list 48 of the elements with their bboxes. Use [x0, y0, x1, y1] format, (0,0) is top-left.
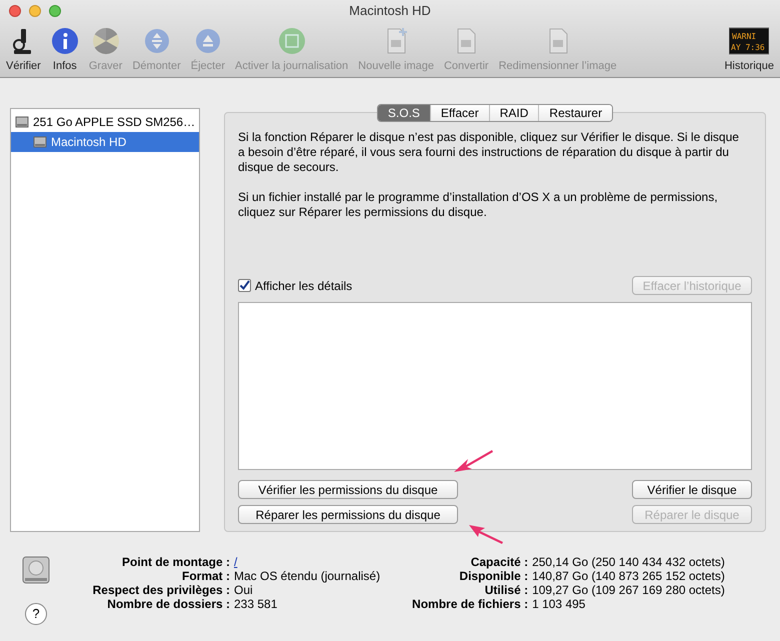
- info-label: Capacité :: [470, 555, 528, 569]
- checkmark-icon: [239, 280, 250, 291]
- instruction-text: Si un fichier installé par le programme d’installation d’OS X a un problème de permissions, cliquez sur Réparer les permissions du disque.: [238, 190, 719, 220]
- arrow-icon: [468, 522, 504, 544]
- sidebar-item[interactable]: Macintosh HD: [11, 132, 199, 152]
- info-value: Oui: [234, 583, 254, 597]
- tab[interactable]: RAID: [488, 105, 538, 121]
- console-icon: WARNI AY 7:36: [729, 26, 770, 54]
- minimize-button[interactable]: [29, 5, 41, 17]
- info-label: Disponible :: [458, 569, 528, 583]
- journal-icon: [278, 26, 306, 54]
- help-button[interactable]: ?: [25, 603, 47, 625]
- mount-point-link[interactable]: /: [234, 555, 238, 569]
- arrows-icon: [142, 26, 171, 54]
- info-value: 109,27 Go (109 267 169 280 octets): [532, 583, 725, 597]
- info-label: Respect des privilèges :: [92, 583, 230, 597]
- toolbar-button[interactable]: Infos: [50, 26, 79, 74]
- tab[interactable]: Restaurer: [538, 105, 612, 121]
- sidebar-item[interactable]: 251 Go APPLE SSD SM256…: [11, 112, 199, 132]
- instruction-text: Si la fonction Réparer le disque n’est pas disponible, cliquez sur Vérifier le disque. Si le disque a besoin d’être réparé, il vous sera fourni des instructions de réparation du disque à partir du disque de secours.: [238, 130, 740, 175]
- hard-drive-icon: [33, 135, 47, 149]
- info-label: Nombre de dossiers :: [106, 597, 230, 611]
- info-label: Nombre de fichiers :: [411, 597, 528, 611]
- info-label: Point de montage :: [121, 555, 230, 569]
- info-value: Mac OS étendu (journalisé): [234, 569, 380, 583]
- toolbar-button[interactable]: Vérifier: [6, 26, 41, 74]
- eject-icon: [194, 26, 222, 54]
- zoom-button[interactable]: [49, 5, 61, 17]
- action-button[interactable]: Vérifier les permissions du disque: [238, 480, 458, 499]
- tab[interactable]: S.O.S: [378, 105, 430, 121]
- info-value: 1 103 495: [532, 597, 586, 611]
- close-button[interactable]: [9, 5, 21, 17]
- radiation-icon: [92, 26, 120, 54]
- info-label: Utilisé :: [484, 583, 528, 597]
- arrow-icon: [452, 447, 494, 475]
- hard-drive-icon: [15, 115, 29, 129]
- info-label: Format :: [181, 569, 230, 583]
- tab[interactable]: Effacer: [430, 105, 489, 121]
- info-value: 233 581: [234, 597, 278, 611]
- hard-drive-icon: [21, 555, 51, 585]
- info-value: 140,87 Go (140 873 265 152 octets): [532, 569, 725, 583]
- info-value: 250,14 Go (250 140 434 432 octets): [532, 555, 725, 569]
- details-checkbox[interactable]: Afficher les détails: [238, 276, 352, 294]
- action-button[interactable]: Vérifier le disque: [632, 480, 752, 499]
- info-icon: [50, 26, 79, 54]
- action-button[interactable]: Réparer les permissions du disque: [238, 505, 458, 524]
- window-title: Macintosh HD: [349, 2, 431, 20]
- toolbar-button[interactable]: WARNI AY 7:36 Historique: [724, 26, 774, 74]
